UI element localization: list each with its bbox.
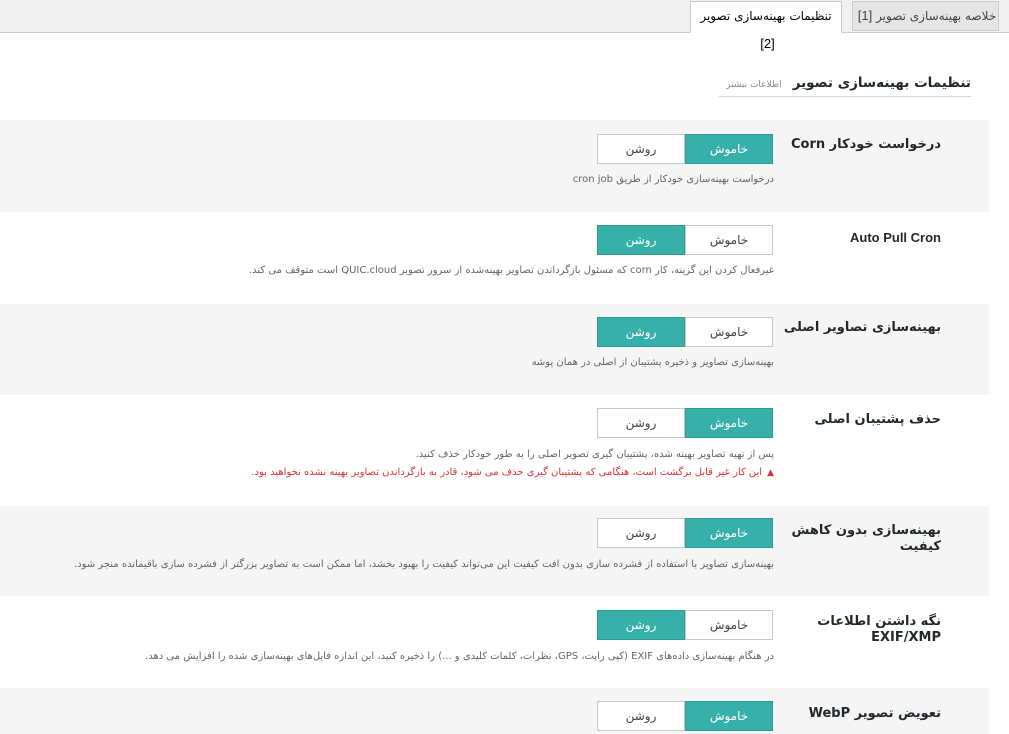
setting-description: بهینه‌سازی تصاویر و ذخیره پشتیبان از اصل…	[531, 357, 774, 368]
toggle-off-button[interactable]: خاموش	[685, 225, 773, 255]
setting-row-auto-pull-cron: Auto Pull Cron روشن خاموش غیرفعال کردن ا…	[0, 212, 989, 304]
section-header: تنظیمات بهینه‌سازی تصویر اطلاعات بیشتر	[719, 72, 971, 97]
toggle-off-button[interactable]: خاموش	[685, 610, 773, 640]
setting-label: بهینه‌سازی بدون کاهش کیفیت	[791, 523, 941, 554]
toggle-off-button[interactable]: خاموش	[685, 317, 773, 347]
toggle-off-button[interactable]: خاموش	[685, 408, 773, 438]
warning-icon: ▲	[767, 468, 774, 478]
page-title: تنظیمات بهینه‌سازی تصویر	[792, 75, 971, 91]
toggle-on-button[interactable]: روشن	[597, 317, 685, 347]
setting-label: Auto Pull Cron	[850, 230, 941, 245]
tab-image-optimization-settings[interactable]: تنظیمات بهینه‌سازی تصویر [2]	[690, 1, 842, 51]
setting-row-remove-original-backups: حذف پشتیبان اصلی روشن خاموش پس از تهیه ت…	[0, 395, 989, 506]
setting-label: تعویض تصویر WebP	[808, 706, 941, 721]
tab-label: خلاصه بهینه‌سازی تصویر	[876, 9, 997, 23]
setting-description: بهینه‌سازی تصاویر با استفاده از فشرده سا…	[73, 559, 774, 570]
toggle-switch: روشن خاموش	[597, 317, 774, 347]
warning-text: این کار غیر قابل برگشت است، هنگامی که پش…	[251, 467, 763, 478]
toggle-on-button[interactable]: روشن	[597, 134, 685, 164]
toggle-on-button[interactable]: روشن	[597, 408, 685, 438]
toggle-switch: روشن خاموش	[597, 610, 774, 640]
toggle-on-button[interactable]: روشن	[597, 518, 685, 548]
setting-row-preserve-exif: نگه داشتن اطلاعات EXIF/XMP روشن خاموش در…	[0, 596, 989, 688]
tab-number: [1]	[857, 8, 873, 23]
tab-bar: خلاصه بهینه‌سازی تصویر [1] تنظیمات بهینه…	[0, 0, 1009, 51]
toggle-on-button[interactable]: روشن	[597, 225, 685, 255]
toggle-on-button[interactable]: روشن	[597, 701, 685, 731]
setting-label: نگه داشتن اطلاعات EXIF/XMP	[817, 614, 941, 645]
setting-label: درخواست خودکار Corn	[791, 137, 941, 152]
toggle-off-button[interactable]: خاموش	[685, 134, 773, 164]
setting-description: پس از تهیه تصاویر بهینه شده، پشتیبان گیر…	[415, 449, 774, 460]
tab-image-optimization-summary[interactable]: خلاصه بهینه‌سازی تصویر [1]	[852, 1, 999, 31]
toggle-switch: روشن خاموش	[597, 518, 774, 548]
toggle-off-button[interactable]: خاموش	[685, 518, 773, 548]
setting-description: درخواست بهینه‌سازی خودکار از طریق cron j…	[572, 174, 774, 185]
setting-description: در هنگام بهینه‌سازی داده‌های EXIF (کپی ر…	[145, 651, 774, 662]
toggle-switch: روشن خاموش	[597, 134, 774, 164]
setting-label: بهینه‌سازی تصاویر اصلی	[783, 320, 941, 335]
toggle-on-button[interactable]: روشن	[597, 610, 685, 640]
toggle-switch: روشن خاموش	[597, 408, 774, 438]
setting-warning: ▲ این کار غیر قابل برگشت است، هنگامی که پ…	[251, 467, 774, 478]
setting-row-auto-request-cron: درخواست خودکار Corn روشن خاموش درخواست ب…	[0, 120, 989, 212]
tab-label: تنظیمات بهینه‌سازی تصویر	[700, 9, 832, 23]
toggle-off-button[interactable]: خاموش	[685, 701, 773, 731]
setting-label: حذف پشتیبان اصلی	[814, 412, 941, 427]
toggle-switch: روشن خاموش	[597, 701, 774, 731]
setting-description: غیرفعال کردن این گزینه، کار corn که مسئو…	[248, 265, 774, 276]
setting-row-image-webp-replacement: تعویض تصویر WebP روشن خاموش	[0, 688, 989, 734]
learn-more-link[interactable]: اطلاعات بیشتر	[726, 80, 781, 90]
setting-row-optimize-original-images: بهینه‌سازی تصاویر اصلی روشن خاموش بهینه‌…	[0, 304, 989, 395]
tab-number: [2]	[760, 36, 775, 51]
setting-row-lossless-optimization: بهینه‌سازی بدون کاهش کیفیت روشن خاموش به…	[0, 506, 989, 596]
toggle-switch: روشن خاموش	[597, 225, 774, 255]
